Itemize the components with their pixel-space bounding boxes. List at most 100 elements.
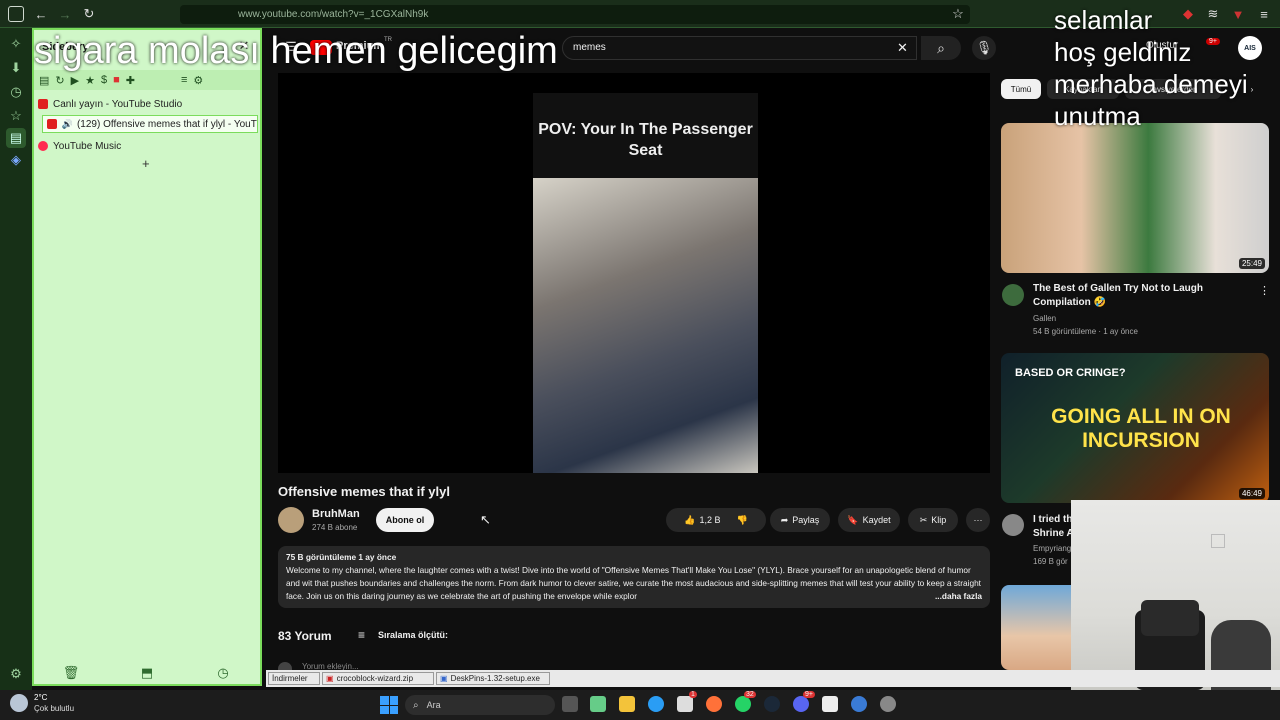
save-button[interactable]: 🔖 Kaydet [838, 508, 900, 532]
history-icon[interactable]: ◷ [8, 84, 24, 100]
sidebery-tab[interactable]: YouTube Music [38, 137, 258, 155]
channel-avatar[interactable] [1002, 284, 1024, 306]
bookmark-star-icon[interactable]: ☆ [950, 5, 966, 23]
subscribe-button[interactable]: Abone ol [376, 508, 434, 532]
taskbar-search[interactable]: ⌕ Ara [405, 695, 555, 715]
add-comment-input[interactable]: Yorum ekleyin... [302, 662, 359, 670]
more-actions-button[interactable]: ··· [966, 508, 990, 532]
bookmark-icon[interactable]: ⬒ [140, 665, 154, 680]
microphone-icon[interactable]: 🎙 [972, 36, 996, 60]
dl-label: DeskPins-1.32-setup.exe [450, 674, 540, 683]
search-button[interactable]: ⌕ [921, 36, 961, 60]
like-count[interactable]: 1,2 B [699, 515, 720, 525]
video-caption: POV: Your In The Passenger Seat [538, 121, 753, 159]
related-thumbnail[interactable]: 25:49 [1001, 123, 1269, 273]
channel-avatar[interactable] [278, 507, 304, 533]
firefox-icon[interactable] [706, 696, 722, 712]
discord-badge: 9+ [803, 691, 815, 698]
new-tab-button[interactable]: + [142, 156, 150, 171]
download-bar: İndirmeler ▣ crocoblock-wizard.zip ▣ DeskP… [266, 670, 1280, 687]
file-explorer-icon[interactable] [619, 696, 635, 712]
store-icon[interactable] [677, 696, 693, 712]
comment-count: 83 Yorum [278, 629, 332, 643]
download-item[interactable]: ▣ crocoblock-wizard.zip [322, 672, 434, 685]
store-badge: 1 [689, 691, 697, 698]
dl-label: crocoblock-wizard.zip [336, 674, 414, 683]
channel-name[interactable]: BruhMan [312, 508, 360, 520]
windows-start-icon[interactable] [380, 696, 398, 714]
game-panel-icon[interactable]: ✚ [126, 74, 135, 87]
tab-label: (129) Offensive memes that if ylyl - You… [76, 118, 257, 130]
description-box[interactable]: 75 B görüntüleme 1 ay önce Welcome to my… [278, 546, 990, 608]
related-channel[interactable]: Empyriang [1033, 542, 1073, 555]
speaker-icon[interactable]: 🔊 [62, 119, 73, 130]
show-more-link[interactable]: ...daha fazla [930, 590, 982, 603]
related-thumbnail[interactable]: BASED OR CRINGE? GOING ALL IN ON INCURSI… [1001, 353, 1269, 503]
views-date: 75 B görüntüleme 1 ay önce [286, 552, 397, 562]
obs-icon[interactable] [880, 696, 896, 712]
video-player[interactable]: POV: Your In The Passenger Seat [278, 73, 990, 473]
duration: 46:49 [1238, 488, 1265, 499]
dollar-panel-icon[interactable]: $ [101, 74, 107, 86]
sort-button[interactable]: Sıralama ölçütü: [378, 630, 448, 640]
back-icon[interactable]: ← [32, 5, 50, 23]
save-icon: 🔖 [847, 514, 859, 525]
description-body: Welcome to my channel, where the laughte… [286, 565, 981, 601]
share-label: Paylaş [792, 515, 820, 525]
trash-icon[interactable]: 🗑 [63, 665, 80, 680]
address-bar[interactable]: www.youtube.com/watch?v=_1CGXalNh9k [180, 5, 970, 24]
settings-icon[interactable]: ⚙ [8, 666, 24, 682]
downloads-icon[interactable]: ⬇ [8, 60, 24, 76]
clock-icon[interactable]: ◷ [216, 665, 230, 680]
more-vert-icon[interactable]: ⋮ [1259, 284, 1270, 297]
bitwarden-icon[interactable]: ◈ [8, 152, 24, 168]
stream-overlay-right: selamlar hoş geldiniz merhaba demeyi unu… [1054, 4, 1248, 132]
youtube-favicon [47, 119, 57, 129]
forward-icon[interactable]: → [56, 5, 74, 23]
related-title[interactable]: The Best of Gallen Try Not to Laugh Comp… [1033, 282, 1253, 310]
related-channel[interactable]: Gallen [1033, 312, 1056, 325]
bookmarks-icon[interactable]: ☆ [8, 108, 24, 124]
sidebery-tab[interactable]: Canlı yayın - YouTube Studio [38, 95, 258, 113]
tabs-panel-icon[interactable]: ▤ [39, 74, 49, 87]
sidebery-tab-active[interactable]: 🔊 (129) Offensive memes that if ylyl - Y… [42, 115, 258, 133]
task-view-icon[interactable] [562, 696, 578, 712]
play-panel-icon[interactable]: ▶ [71, 74, 79, 87]
widgets-icon[interactable] [590, 696, 606, 712]
list-panel-icon[interactable]: ≡ [181, 74, 187, 86]
edge-icon[interactable] [648, 696, 664, 712]
weather-desc[interactable]: Çok bulutlu [34, 704, 74, 713]
steam-icon[interactable] [764, 696, 780, 712]
downloads-link[interactable]: İndirmeler [268, 672, 320, 685]
channel-avatar[interactable] [1002, 514, 1024, 536]
weather-temp[interactable]: 2°C [34, 693, 47, 702]
clear-search-icon[interactable]: ✕ [897, 40, 908, 56]
ai-icon[interactable]: ✧ [8, 36, 24, 52]
refresh-panel-icon[interactable]: ↻ [55, 74, 64, 87]
related-thumbnail[interactable] [1001, 585, 1081, 670]
weather-icon[interactable] [10, 694, 28, 712]
red-panel-icon[interactable]: ■ [113, 74, 120, 86]
browser-icon[interactable] [851, 696, 867, 712]
share-icon: ➦ [780, 514, 789, 525]
share-button[interactable]: ➦ Paylaş [770, 508, 830, 532]
search-input[interactable]: memes ✕ [562, 36, 917, 60]
clip-label: Klip [931, 515, 947, 525]
like-icon[interactable]: 👍 [684, 515, 695, 526]
sidebar-toggle-icon[interactable] [8, 6, 24, 22]
mouse-cursor-icon: ↖ [480, 512, 491, 527]
clip-button[interactable]: ✂ Klip [908, 508, 958, 532]
discord-icon[interactable] [793, 696, 809, 712]
gear-icon[interactable]: ⚙ [193, 74, 203, 87]
star-panel-icon[interactable]: ★ [85, 74, 95, 87]
sidebery-panel-icon[interactable]: ▤ [6, 128, 26, 148]
download-item[interactable]: ▣ DeskPins-1.32-setup.exe [436, 672, 550, 685]
menu-icon[interactable]: ≡ [1256, 5, 1272, 23]
sort-icon[interactable]: ≡ [358, 628, 365, 642]
dislike-icon[interactable]: 👎 [737, 515, 748, 526]
app-icon[interactable] [822, 696, 838, 712]
whatsapp-icon[interactable] [735, 696, 751, 712]
reload-icon[interactable]: ↻ [80, 5, 98, 23]
chip-all[interactable]: Tümü [1001, 79, 1041, 99]
related-meta: 169 B gör [1033, 557, 1068, 566]
